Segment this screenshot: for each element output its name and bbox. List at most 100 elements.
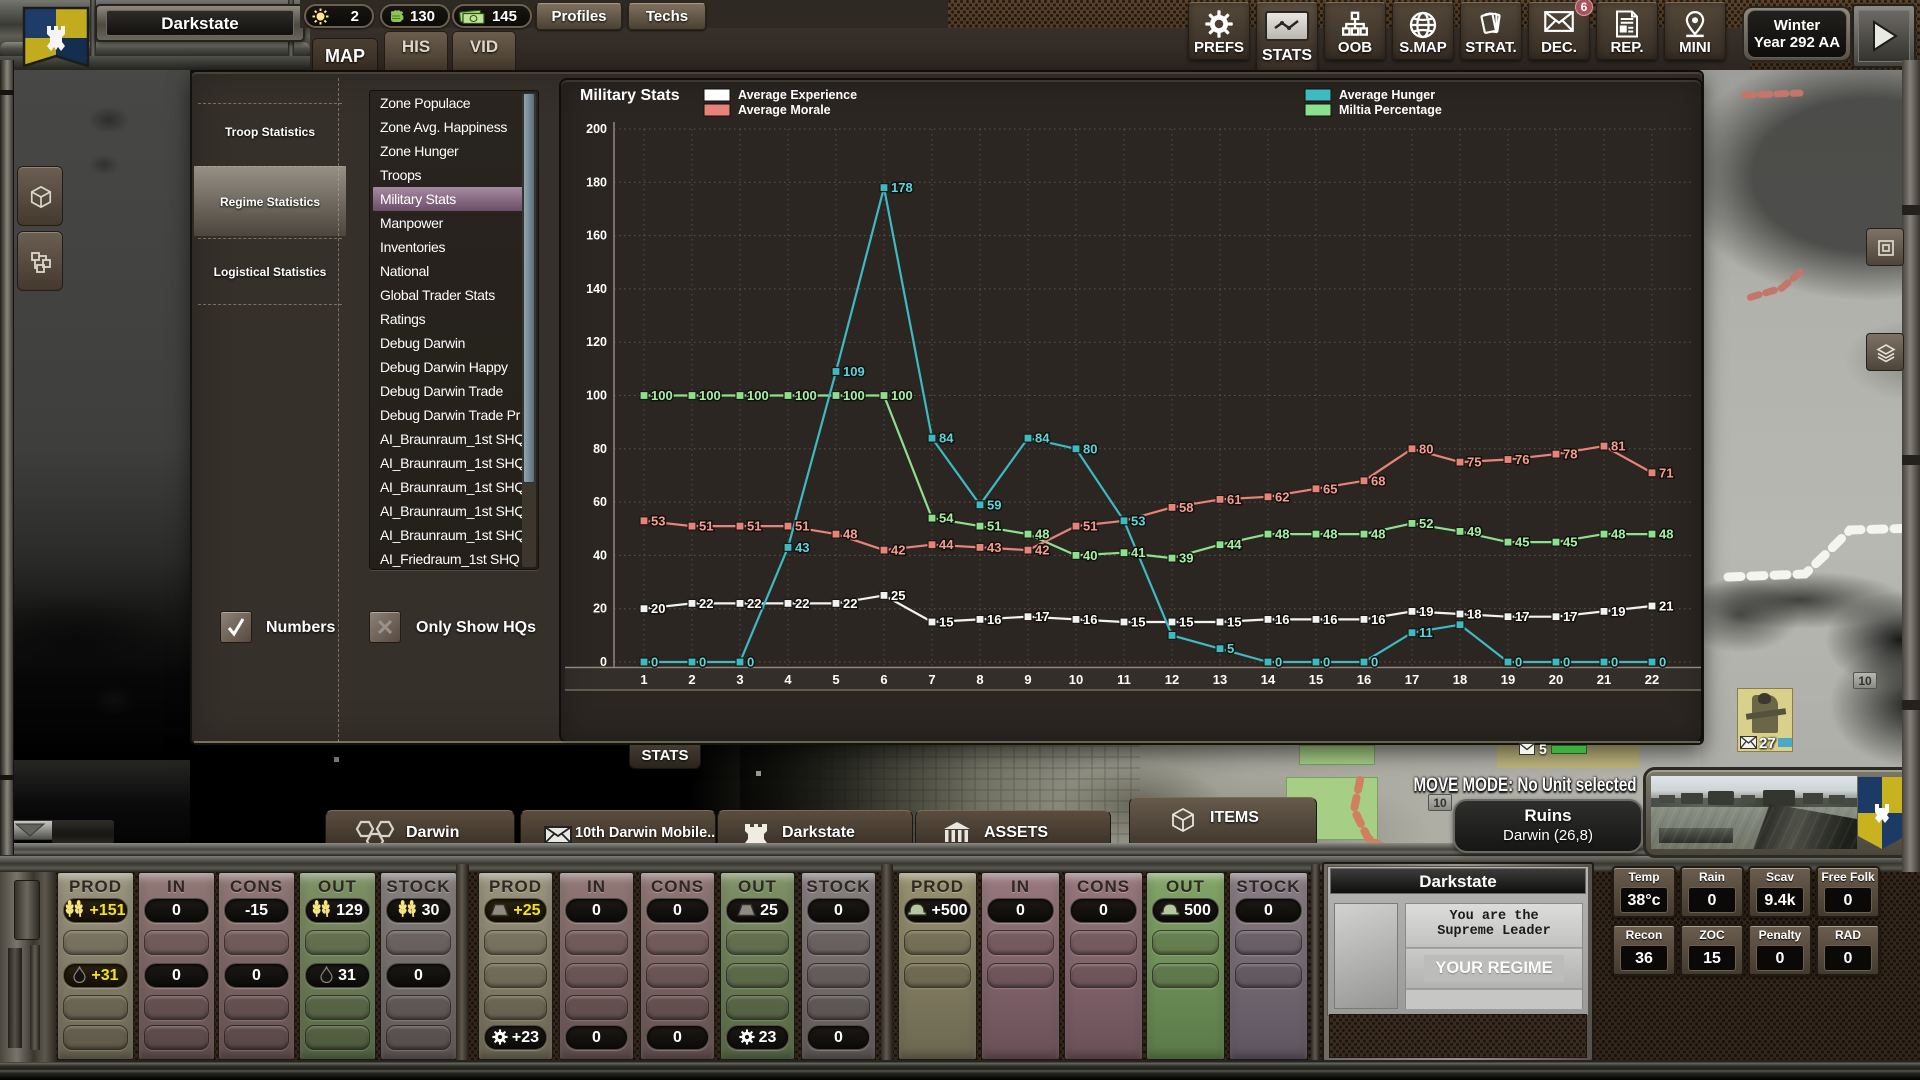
- svg-text:51: 51: [699, 519, 713, 534]
- svg-text:15: 15: [1309, 672, 1323, 687]
- svg-text:42: 42: [891, 543, 905, 558]
- svg-text:6: 6: [880, 672, 887, 687]
- svg-text:15: 15: [1227, 615, 1241, 630]
- svg-text:48: 48: [1611, 527, 1625, 542]
- svg-text:0: 0: [1659, 655, 1666, 670]
- svg-text:81: 81: [1611, 439, 1625, 454]
- svg-text:43: 43: [987, 540, 1001, 555]
- svg-text:180: 180: [586, 175, 607, 189]
- svg-text:0: 0: [1563, 655, 1570, 670]
- svg-text:40: 40: [593, 548, 607, 562]
- svg-text:80: 80: [1419, 441, 1433, 456]
- svg-text:48: 48: [843, 527, 857, 542]
- svg-text:100: 100: [891, 388, 913, 403]
- svg-text:75: 75: [1467, 455, 1481, 470]
- svg-text:19: 19: [1419, 604, 1433, 619]
- svg-text:80: 80: [593, 442, 607, 456]
- svg-text:100: 100: [795, 388, 817, 403]
- svg-text:22: 22: [1645, 672, 1659, 687]
- svg-text:78: 78: [1563, 447, 1577, 462]
- svg-text:18: 18: [1467, 607, 1481, 622]
- svg-text:100: 100: [843, 388, 865, 403]
- svg-text:19: 19: [1611, 604, 1625, 619]
- svg-text:16: 16: [1083, 612, 1097, 627]
- svg-text:0: 0: [1515, 655, 1522, 670]
- svg-text:3: 3: [736, 672, 743, 687]
- svg-text:45: 45: [1515, 535, 1529, 550]
- svg-text:7: 7: [928, 672, 935, 687]
- svg-text:51: 51: [987, 519, 1001, 534]
- svg-text:17: 17: [1515, 609, 1529, 624]
- svg-text:76: 76: [1515, 452, 1529, 467]
- svg-text:17: 17: [1035, 609, 1049, 624]
- svg-text:15: 15: [939, 615, 953, 630]
- svg-text:11: 11: [1117, 672, 1131, 687]
- svg-text:2: 2: [688, 672, 695, 687]
- svg-text:20: 20: [1549, 672, 1563, 687]
- svg-text:0: 0: [747, 655, 754, 670]
- svg-text:140: 140: [586, 282, 607, 296]
- svg-text:0: 0: [1323, 655, 1330, 670]
- svg-text:65: 65: [1323, 481, 1337, 496]
- svg-text:5: 5: [832, 672, 839, 687]
- svg-text:53: 53: [651, 513, 665, 528]
- svg-text:48: 48: [1371, 527, 1385, 542]
- svg-text:13: 13: [1213, 672, 1227, 687]
- svg-text:58: 58: [1179, 500, 1193, 515]
- svg-text:40: 40: [1083, 548, 1097, 563]
- svg-text:51: 51: [795, 519, 809, 534]
- svg-text:16: 16: [1323, 612, 1337, 627]
- svg-text:17: 17: [1405, 672, 1419, 687]
- svg-text:19: 19: [1501, 672, 1515, 687]
- svg-text:48: 48: [1323, 527, 1337, 542]
- svg-text:17: 17: [1563, 609, 1577, 624]
- svg-text:71: 71: [1659, 465, 1673, 480]
- svg-text:4: 4: [784, 672, 792, 687]
- svg-text:100: 100: [699, 388, 721, 403]
- svg-text:48: 48: [1275, 527, 1289, 542]
- svg-text:Average Hunger: Average Hunger: [1339, 88, 1435, 102]
- svg-text:59: 59: [987, 497, 1001, 512]
- svg-text:100: 100: [586, 389, 607, 403]
- svg-text:100: 100: [651, 388, 673, 403]
- svg-text:12: 12: [1165, 672, 1179, 687]
- svg-text:0: 0: [1371, 655, 1378, 670]
- svg-text:49: 49: [1467, 524, 1481, 539]
- svg-text:11: 11: [1419, 625, 1433, 640]
- svg-text:61: 61: [1227, 492, 1241, 507]
- svg-text:120: 120: [586, 335, 607, 349]
- svg-text:45: 45: [1563, 535, 1577, 550]
- svg-text:15: 15: [1179, 615, 1193, 630]
- svg-text:8: 8: [976, 672, 983, 687]
- svg-text:Miltia Percentage: Miltia Percentage: [1339, 103, 1442, 117]
- svg-text:100: 100: [747, 388, 769, 403]
- svg-text:60: 60: [593, 495, 607, 509]
- svg-text:41: 41: [1131, 545, 1145, 560]
- svg-text:42: 42: [1035, 543, 1049, 558]
- svg-text:52: 52: [1419, 516, 1433, 531]
- svg-text:0: 0: [699, 655, 706, 670]
- svg-text:22: 22: [747, 596, 761, 611]
- svg-text:178: 178: [891, 180, 913, 195]
- svg-text:16: 16: [987, 612, 1001, 627]
- svg-text:51: 51: [747, 519, 761, 534]
- svg-text:84: 84: [1035, 431, 1050, 446]
- svg-text:16: 16: [1371, 612, 1385, 627]
- svg-text:0: 0: [651, 655, 658, 670]
- svg-text:0: 0: [1611, 655, 1618, 670]
- svg-text:5: 5: [1227, 641, 1234, 656]
- svg-text:84: 84: [939, 431, 954, 446]
- svg-text:1: 1: [640, 672, 647, 687]
- svg-text:14: 14: [1261, 672, 1276, 687]
- svg-text:16: 16: [1357, 672, 1371, 687]
- svg-text:200: 200: [586, 122, 607, 136]
- svg-text:18: 18: [1453, 672, 1467, 687]
- svg-text:25: 25: [891, 588, 905, 603]
- svg-text:48: 48: [1035, 527, 1049, 542]
- svg-text:51: 51: [1083, 519, 1097, 534]
- svg-text:20: 20: [651, 601, 665, 616]
- svg-text:68: 68: [1371, 473, 1385, 488]
- svg-text:44: 44: [939, 537, 954, 552]
- svg-text:15: 15: [1131, 615, 1145, 630]
- svg-text:53: 53: [1131, 513, 1145, 528]
